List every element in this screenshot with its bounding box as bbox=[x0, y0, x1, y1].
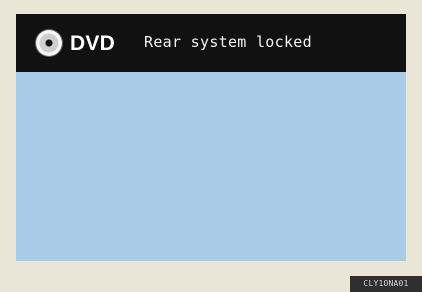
main-content-area bbox=[16, 72, 406, 261]
dvd-screen: DVD Rear system locked bbox=[16, 14, 406, 261]
status-message: Rear system locked bbox=[144, 33, 312, 51]
device-frame: DVD Rear system locked CLY1ONA01 bbox=[0, 0, 422, 292]
reference-code-badge: CLY1ONA01 bbox=[350, 276, 422, 292]
disc-icon bbox=[36, 30, 62, 56]
source-indicator: DVD bbox=[36, 26, 115, 60]
top-status-bar: DVD Rear system locked bbox=[16, 14, 406, 72]
source-label: DVD bbox=[70, 31, 115, 55]
